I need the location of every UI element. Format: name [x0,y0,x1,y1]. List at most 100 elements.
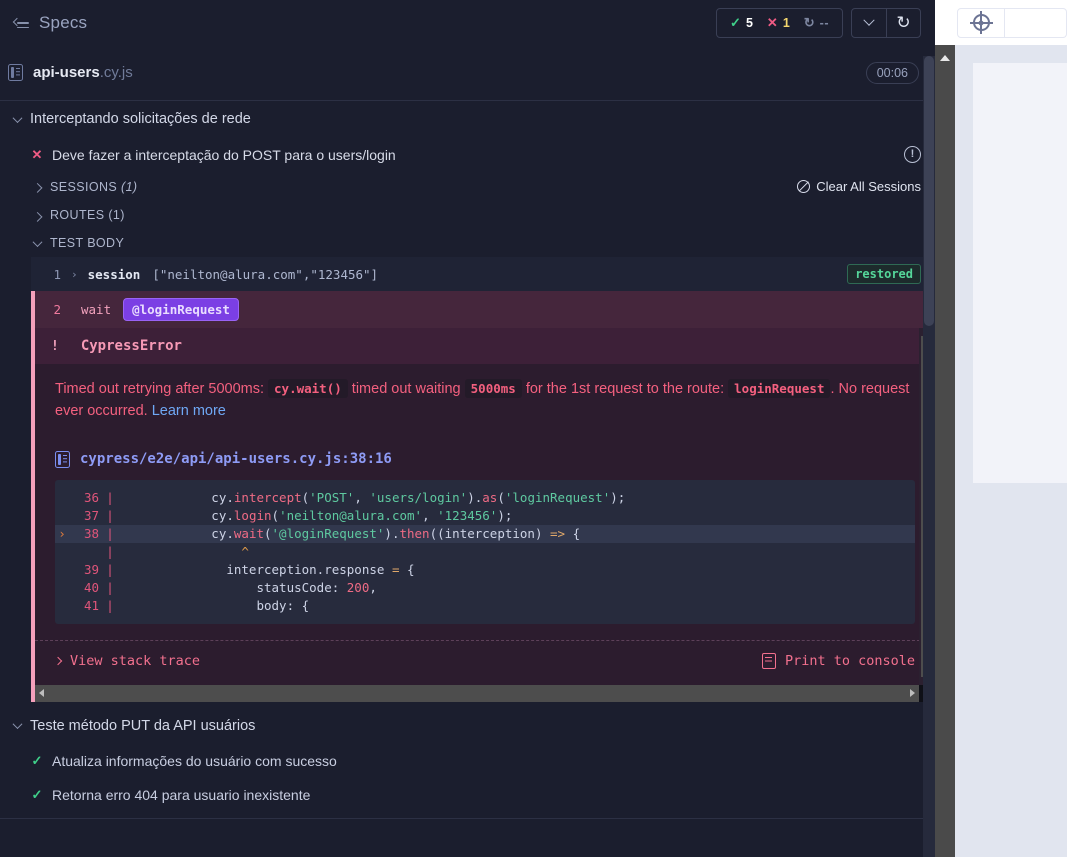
code-line-pipe: | [106,526,114,542]
error-message-part-3: for the 1st request to the route: [525,381,725,397]
code-line-source: interception.response = { [121,562,415,578]
learn-more-link[interactable]: Learn more [152,403,226,419]
scroll-left-arrow-icon[interactable] [39,689,44,698]
code-line: › 38 | cy.wait('@loginRequest').then((inte… [55,524,915,543]
code-line-pipe: | [106,544,114,560]
stat-pending: ↻ -- [804,16,829,30]
code-line-pipe: | [106,598,114,614]
cross-icon: ✕ [766,15,778,30]
code-line-number: 40 [83,580,99,596]
scrollbar-thumb[interactable] [924,56,934,326]
sessions-label: SESSIONS (1) [50,179,138,194]
aut-scroll-strip[interactable] [955,45,967,857]
reporter-panel: Specs ✓ 5 ✕ 1 ↻ -- ↻ api-users .cy.js 00… [0,0,935,857]
suite-put-section: Teste método PUT da API usuários ✓ Atual… [0,702,935,819]
error-message-part-4: . [830,381,835,397]
print-to-console-button[interactable]: Print to console [761,652,915,669]
sessions-section-header[interactable]: SESSIONS (1) Clear All Sessions [0,172,935,201]
code-frame-source: 36 | cy.intercept('POST', 'users/login').… [55,479,915,624]
code-line: 40 | statusCode: 200, [55,579,915,597]
test-title: Atualiza informações do usuário com suce… [52,752,337,769]
chevron-right-icon [32,211,43,222]
status-badge: restored [847,264,921,284]
alert-circle-icon[interactable]: ! [904,146,921,163]
chevron-down-icon [12,719,23,730]
aut-toolbar [935,0,1067,45]
code-line-number: 41 [83,598,99,614]
code-line-number [69,544,99,559]
code-line-number: 37 [83,508,99,524]
specs-back-button[interactable]: Specs [8,9,93,37]
chevron-down-icon [863,14,875,26]
code-line-source: cy.wait('@loginRequest').then((intercept… [121,526,581,542]
aut-viewport [973,63,1067,483]
code-line: | ^ [55,543,915,561]
rerun-button[interactable]: ↻ [886,8,920,37]
suite-header-intercepting[interactable]: Interceptando solicitações de rede [0,101,935,137]
selector-playground-icon [972,14,990,31]
command-number: 1 [53,266,61,282]
routes-section-header[interactable]: ROUTES (1) [0,201,935,229]
specs-label: Specs [39,12,88,32]
scroll-right-arrow-icon[interactable] [910,689,915,698]
code-line-pipe: | [106,580,114,596]
check-icon: ✓ [730,15,741,30]
check-icon: ✓ [31,786,43,802]
pending-count: -- [819,15,829,30]
error-name: CypressError [80,338,182,354]
pending-icon: ↻ [803,15,815,30]
toggle-specs-list-button[interactable] [852,9,886,37]
cypress-test-runner: Specs ✓ 5 ✕ 1 ↻ -- ↻ api-users .cy.js 00… [0,0,1067,857]
aut-stage [935,45,1067,857]
url-field[interactable] [1005,7,1067,38]
code-line-pipe: | [106,508,114,524]
test-title: Retorna erro 404 para usuario inexistent… [52,786,311,803]
suite-title: Teste método PUT da API usuários [30,717,256,734]
code-line-pipe: | [106,562,114,578]
test-row-passed-2[interactable]: ✓ Retorna erro 404 para usuario inexiste… [0,778,935,812]
command-number: 2 [53,302,61,317]
exclamation-icon: ! [51,338,59,354]
check-icon: ✓ [31,752,43,768]
clear-all-sessions-button[interactable]: Clear All Sessions [797,179,921,194]
ban-icon [797,180,811,193]
command-log: 1 › session ["neilton@alura.com","123456… [0,257,935,328]
code-line-source: cy.intercept('POST', 'users/login').as('… [121,490,626,506]
code-line-marker [55,580,69,595]
error-footer: View stack trace Print to console [35,639,935,685]
reload-icon: ↻ [896,13,911,32]
collapse-arrow-icon[interactable] [940,55,950,61]
code-line-number: 39 [83,562,99,578]
passed-count: 5 [745,15,753,30]
test-title: Deve fazer a interceptação do POST para … [52,146,396,163]
code-line-marker [55,490,69,505]
print-icon [761,652,776,669]
chevron-right-icon[interactable]: › [71,268,78,281]
chevron-down-icon [32,236,43,247]
header-button-group: ↻ [851,7,921,38]
alias-chip: @loginRequest [123,298,239,321]
test-row-failed[interactable]: ✕ Deve fazer a interceptação do POST par… [0,137,935,172]
command-row-wait[interactable]: 2 wait @loginRequest [31,291,935,328]
aut-panel [935,0,1067,857]
command-name: wait [81,302,112,317]
suite-header-put[interactable]: Teste método PUT da API usuários [0,708,935,744]
command-row-session[interactable]: 1 › session ["neilton@alura.com","123456… [31,257,935,291]
code-frame-path-row[interactable]: cypress/e2e/api/api-users.cy.js:38:16 [55,441,915,480]
error-panel: ! CypressError Timed out retrying after … [31,328,935,685]
error-body: Timed out retrying after 5000ms: cy.wait… [35,364,935,624]
command-args: ["neilton@alura.com","123456"] [152,266,379,282]
test-row-passed-1[interactable]: ✓ Atualiza informações do usuário com su… [0,744,935,778]
code-line-marker [55,508,69,523]
print-to-console-label: Print to console [784,652,915,669]
error-panel-hscrollbar[interactable] [31,684,935,702]
selector-playground-button[interactable] [957,7,1005,38]
view-stack-trace-label: View stack trace [70,652,201,669]
test-body-section-header[interactable]: TEST BODY [0,229,935,257]
code-line-pipe: | [106,490,114,506]
code-frame-path[interactable]: cypress/e2e/api/api-users.cy.js:38:16 [80,451,392,467]
view-stack-trace-button[interactable]: View stack trace [53,652,201,669]
spec-extension: .cy.js [99,64,133,81]
reporter-scrollbar[interactable] [923,56,935,857]
code-line-number: 36 [83,490,99,506]
